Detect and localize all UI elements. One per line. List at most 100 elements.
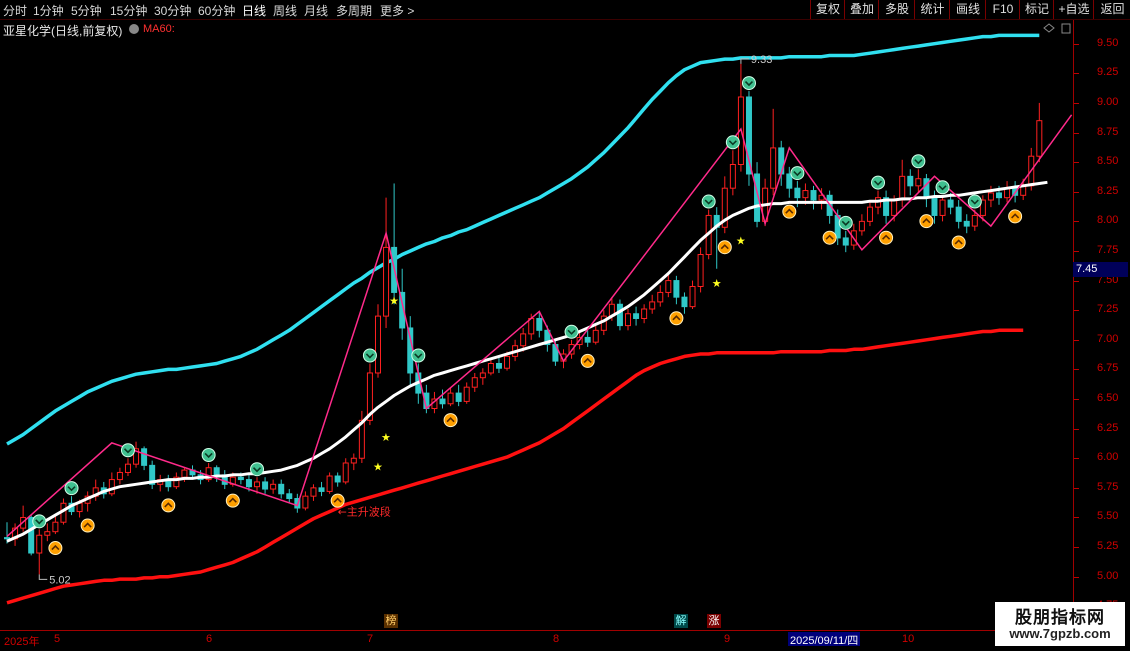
- price-tick: [1074, 132, 1079, 134]
- candle-body: [495, 362, 502, 369]
- price-tick-label: 6.25: [1097, 421, 1119, 434]
- settings-dot-icon[interactable]: [129, 24, 139, 34]
- sell-signal-icon: [201, 447, 216, 462]
- price-tick: [1074, 162, 1079, 164]
- kline-chart[interactable]: ★ ★ ★ ★ ★ 9.33 5.02 ←主升波段: [0, 0, 1073, 630]
- candle-body: [318, 487, 325, 492]
- tab-weekly[interactable]: 周线: [273, 2, 297, 19]
- tab-1min[interactable]: 1分钟: [33, 2, 64, 19]
- wave-annotation: ←主升波段: [338, 505, 391, 519]
- candle-body: [770, 147, 777, 189]
- period-toolbar: 分时 1分钟 5分钟 15分钟 30分钟 60分钟 日线 周线 月线 多周期 更…: [0, 0, 1130, 20]
- date-axis[interactable]: 2025年 5 6 7 8 9 2025/09/11/四 10: [0, 630, 1073, 651]
- tab-intraday[interactable]: 分时: [3, 2, 27, 19]
- tab-60min[interactable]: 60分钟: [198, 2, 235, 19]
- candle-body: [616, 303, 623, 327]
- candle-body: [657, 291, 664, 303]
- price-tick-label: 5.75: [1097, 480, 1119, 493]
- candle-body: [270, 483, 277, 490]
- tab-monthly[interactable]: 月线: [304, 2, 328, 19]
- price-tick: [1074, 221, 1079, 223]
- price-tick: [1074, 191, 1079, 193]
- price-tick-label: 9.00: [1097, 95, 1119, 108]
- candle-body: [504, 355, 511, 369]
- candle-body: [36, 534, 43, 554]
- date-label-year: 2025年: [4, 636, 40, 648]
- buy-signal-icon: [879, 230, 894, 245]
- price-tick: [1074, 576, 1079, 578]
- price-tick-label: 9.25: [1097, 66, 1119, 79]
- candle-body: [995, 192, 1002, 199]
- candle-body: [479, 372, 486, 379]
- candle-body: [633, 313, 640, 319]
- sell-signal-icon: [935, 180, 950, 195]
- low-price-label: 5.02: [49, 574, 70, 586]
- candle-body: [76, 502, 83, 513]
- sell-signal-icon: [741, 76, 756, 91]
- limit-up-flag-icon[interactable]: 涨: [707, 614, 721, 628]
- candle-body: [665, 280, 672, 293]
- tab-multi-period[interactable]: 多周期: [336, 2, 372, 19]
- candle-body: [254, 481, 261, 488]
- restore-rights-button[interactable]: 复权: [810, 0, 845, 19]
- candle-body: [689, 286, 696, 308]
- draw-line-button[interactable]: 画线: [949, 0, 986, 19]
- sell-signal-icon: [411, 348, 426, 363]
- date-label-jun: 6: [206, 633, 213, 645]
- high-price-label: 9.33: [751, 54, 772, 66]
- price-tick: [1074, 280, 1079, 282]
- candle-body: [326, 475, 333, 492]
- candle-body: [939, 199, 946, 216]
- buy-signal-icon: [48, 541, 63, 556]
- back-button[interactable]: 返回: [1093, 0, 1130, 19]
- tab-5min[interactable]: 5分钟: [71, 2, 102, 19]
- date-label-oct: 10: [902, 633, 915, 645]
- price-tick-label: 5.50: [1097, 510, 1119, 523]
- overlay-button[interactable]: 叠加: [844, 0, 879, 19]
- tab-15min[interactable]: 15分钟: [110, 2, 147, 19]
- buy-signal-icon: [822, 230, 837, 245]
- candle-body: [455, 392, 462, 402]
- tab-daily[interactable]: 日线: [242, 2, 266, 19]
- sell-signal-icon: [250, 462, 265, 477]
- date-label-aug: 8: [553, 633, 560, 645]
- price-tick-label: 5.25: [1097, 540, 1119, 553]
- price-tick-label: 6.00: [1097, 451, 1119, 464]
- candle-body: [891, 199, 898, 216]
- price-tick-label: 6.75: [1097, 362, 1119, 375]
- price-tick: [1074, 399, 1079, 401]
- candle-body: [786, 173, 793, 189]
- candle-body: [108, 479, 115, 495]
- date-label-may: 5: [54, 633, 61, 645]
- buy-signal-icon: [919, 214, 934, 229]
- candle-body: [947, 199, 954, 208]
- tab-30min[interactable]: 30分钟: [154, 2, 191, 19]
- multi-stock-button[interactable]: 多股: [878, 0, 915, 19]
- star-icon: ★: [389, 295, 399, 308]
- candle-body: [278, 483, 285, 495]
- candle-body: [334, 475, 341, 483]
- candle-body: [1036, 120, 1043, 157]
- candle-body: [899, 175, 906, 201]
- rank-flag-icon[interactable]: 榜: [384, 614, 398, 628]
- candle-body: [52, 521, 59, 533]
- candle-body: [649, 301, 656, 310]
- mark-button[interactable]: 标记: [1019, 0, 1054, 19]
- low-pointer: [38, 574, 48, 580]
- candle-body: [245, 479, 252, 488]
- price-tick-label: 5.00: [1097, 569, 1119, 582]
- f10-button[interactable]: F10: [985, 0, 1020, 19]
- price-axis[interactable]: 9.50 9.25 9.00 8.75 8.50 8.25 8.00 7.75 7.50 7.25…: [1073, 20, 1130, 630]
- statistics-button[interactable]: 统计: [914, 0, 950, 19]
- candle-body: [342, 462, 349, 483]
- candle-body: [536, 317, 543, 331]
- unlock-flag-icon[interactable]: 解: [674, 614, 688, 628]
- candle-body: [302, 495, 309, 509]
- add-watchlist-button[interactable]: +自选: [1053, 0, 1094, 19]
- candle-body: [44, 531, 51, 536]
- price-tick: [1074, 369, 1079, 371]
- candle-body: [842, 237, 849, 246]
- tab-more[interactable]: 更多 >: [380, 2, 414, 19]
- candle-body: [858, 220, 865, 232]
- candle-body: [963, 220, 970, 227]
